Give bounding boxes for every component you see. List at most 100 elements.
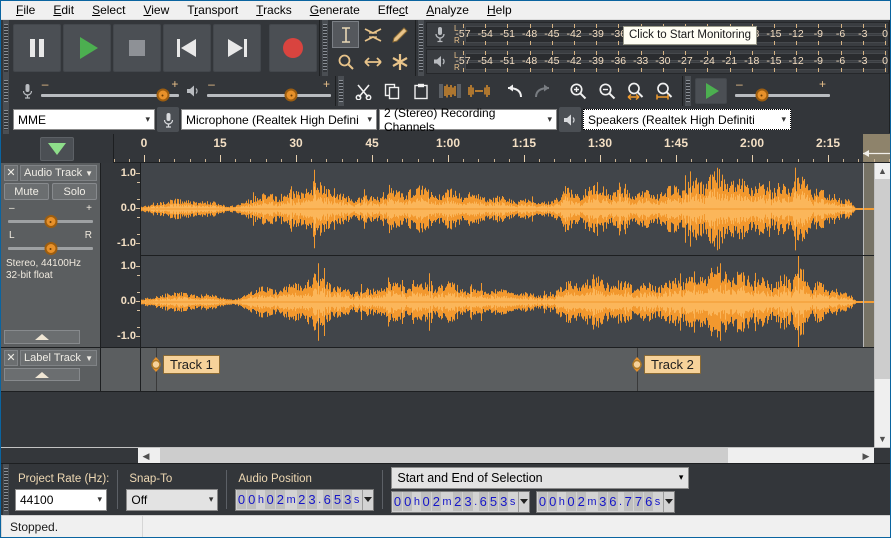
- scroll-up-button[interactable]: ▲: [875, 163, 890, 179]
- menu-view[interactable]: View: [134, 2, 178, 19]
- close-track-button[interactable]: ✕: [4, 350, 18, 366]
- zoom-in-button[interactable]: [564, 77, 592, 105]
- time-digit[interactable]: 0: [247, 490, 256, 509]
- label-handle-icon[interactable]: [630, 357, 644, 372]
- time-digit[interactable]: 3: [343, 490, 352, 509]
- time-digit[interactable]: 0: [566, 492, 575, 511]
- time-digit[interactable]: 5: [489, 492, 498, 511]
- recording-volume-thumb[interactable]: [156, 89, 169, 102]
- label-text[interactable]: Track 1: [163, 355, 220, 374]
- track-gain-slider[interactable]: – +: [4, 203, 97, 227]
- zoom-out-button[interactable]: [593, 77, 621, 105]
- envelope-tool-button[interactable]: [359, 21, 386, 48]
- menu-select[interactable]: Select: [83, 2, 134, 19]
- time-digit[interactable]: 2: [453, 492, 462, 511]
- audio-position-field[interactable]: 00h02m23.653s: [235, 489, 374, 511]
- recording-volume-slider[interactable]: – +: [41, 76, 180, 106]
- menu-generate[interactable]: Generate: [301, 2, 369, 19]
- time-digit[interactable]: 3: [499, 492, 508, 511]
- collapse-track-button[interactable]: [4, 330, 80, 344]
- time-digit[interactable]: 6: [608, 492, 617, 511]
- track-pan-slider[interactable]: L R: [4, 230, 97, 254]
- vertical-ruler-top[interactable]: 1.00.0-1.01.00.0-1.0: [101, 163, 141, 347]
- skip-to-start-button[interactable]: [163, 24, 211, 72]
- time-digit[interactable]: 7: [634, 492, 643, 511]
- label-handle-icon[interactable]: [149, 357, 163, 372]
- label-text[interactable]: Track 2: [644, 355, 701, 374]
- audio-track-waveforms[interactable]: [141, 163, 874, 347]
- selection-edge-cursor[interactable]: [863, 163, 864, 255]
- menu-tracks[interactable]: Tracks: [247, 2, 301, 19]
- selection-tool-button[interactable]: [332, 21, 359, 48]
- time-digit[interactable]: 0: [265, 490, 274, 509]
- zoom-tool-button[interactable]: [332, 48, 359, 75]
- fit-selection-button[interactable]: [622, 77, 650, 105]
- playback-volume-thumb[interactable]: [285, 89, 298, 102]
- time-digit[interactable]: 0: [548, 492, 557, 511]
- track-name-dropdown[interactable]: Label Track ▼: [20, 350, 97, 366]
- vertical-scroll-trough[interactable]: [875, 379, 890, 431]
- copy-button[interactable]: [378, 77, 406, 105]
- vertical-scrollbar[interactable]: ▲ ▼: [874, 163, 890, 447]
- selection-toolbar-grabber[interactable]: [1, 464, 11, 515]
- play-at-speed-button[interactable]: [695, 78, 727, 104]
- recording-channels-select[interactable]: 2 (Stereo) Recording Channels ▾: [379, 109, 557, 130]
- time-digit[interactable]: 3: [307, 490, 316, 509]
- pause-button[interactable]: [13, 24, 61, 72]
- mute-button[interactable]: Mute: [4, 183, 49, 200]
- tools-toolbar-grabber[interactable]: [320, 20, 330, 76]
- time-digit[interactable]: 7: [624, 492, 633, 511]
- scroll-down-button[interactable]: ▼: [875, 431, 890, 447]
- time-digit[interactable]: 0: [393, 492, 402, 511]
- horizontal-scroll-thumb[interactable]: [160, 448, 728, 463]
- menu-help[interactable]: Help: [478, 2, 521, 19]
- time-digit[interactable]: 3: [463, 492, 472, 511]
- edit-toolbar-grabber[interactable]: [336, 76, 346, 106]
- selection-resize-arrows[interactable]: [863, 145, 890, 154]
- label-track-body[interactable]: Track 1 Track 2: [141, 348, 874, 391]
- selection-edge-cursor[interactable]: [863, 256, 864, 347]
- play-button[interactable]: [63, 24, 111, 72]
- track-pan-thumb[interactable]: [44, 242, 57, 255]
- scroll-right-button[interactable]: ▶: [858, 448, 874, 464]
- playback-device-select[interactable]: Speakers (Realtek High Definiti ▾: [583, 109, 791, 130]
- time-digit[interactable]: 6: [323, 490, 332, 509]
- undo-button[interactable]: [500, 77, 528, 105]
- trim-button[interactable]: [436, 77, 464, 105]
- menu-analyze[interactable]: Analyze: [417, 2, 478, 19]
- vertical-scroll-thumb[interactable]: [875, 179, 890, 379]
- playback-meter[interactable]: L R -57-54-51-48-45-42-39-36-33-30-27-24…: [426, 49, 889, 74]
- silence-button[interactable]: [465, 77, 493, 105]
- play-speed-thumb[interactable]: [755, 89, 768, 102]
- pinned-play-head-button[interactable]: [40, 137, 74, 161]
- time-spinner[interactable]: [362, 490, 373, 510]
- solo-button[interactable]: Solo: [52, 183, 97, 200]
- playback-volume-slider[interactable]: – +: [207, 76, 331, 106]
- snap-to-select[interactable]: Off ▾: [126, 489, 218, 511]
- device-toolbar-grabber[interactable]: [1, 106, 11, 134]
- time-digit[interactable]: 0: [237, 490, 246, 509]
- waveform-channel-right[interactable]: [141, 256, 874, 347]
- track-name-dropdown[interactable]: Audio Track ▼: [20, 165, 97, 181]
- redo-button[interactable]: [529, 77, 557, 105]
- time-digit[interactable]: 0: [538, 492, 547, 511]
- time-digit[interactable]: 2: [297, 490, 306, 509]
- track-gain-thumb[interactable]: [44, 215, 57, 228]
- time-digit[interactable]: 5: [333, 490, 342, 509]
- paste-button[interactable]: [407, 77, 435, 105]
- multi-tool-button[interactable]: [386, 48, 413, 75]
- time-spinner[interactable]: [663, 492, 674, 512]
- transport-toolbar-grabber[interactable]: [1, 20, 11, 76]
- project-rate-select[interactable]: 44100 ▾: [15, 489, 107, 511]
- horizontal-scrollbar[interactable]: ◀ ▶: [138, 448, 874, 463]
- empty-track-space[interactable]: [1, 392, 874, 447]
- menu-effect[interactable]: Effect: [369, 2, 417, 19]
- recording-meter-grabber[interactable]: [416, 20, 426, 76]
- draw-tool-button[interactable]: [386, 21, 413, 48]
- timeshift-tool-button[interactable]: [359, 48, 386, 75]
- selection-start-field[interactable]: 00h02m23.653s: [391, 491, 530, 513]
- time-digit[interactable]: 2: [577, 492, 586, 511]
- menu-transport[interactable]: Transport: [178, 2, 247, 19]
- menu-edit[interactable]: Edit: [44, 2, 83, 19]
- audio-host-select[interactable]: MME ▾: [13, 109, 155, 130]
